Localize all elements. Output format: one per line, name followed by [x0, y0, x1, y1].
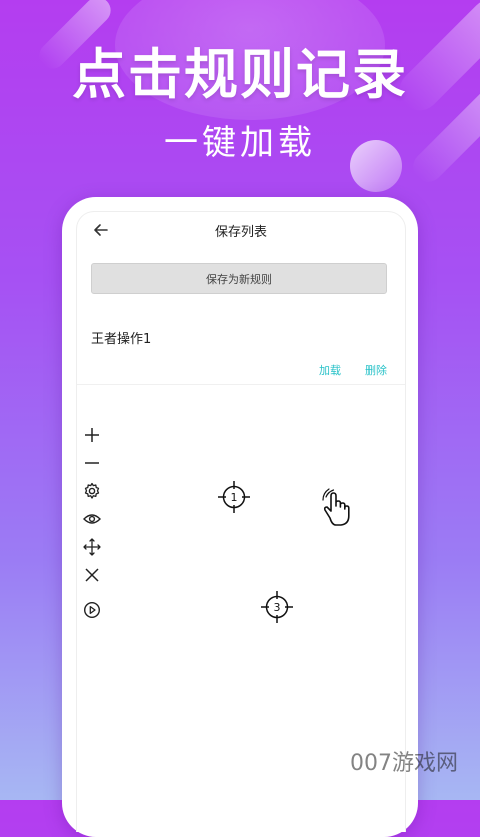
- visibility-tool-button[interactable]: [79, 508, 105, 530]
- divider: [77, 384, 405, 385]
- save-new-rule-button[interactable]: 保存为新规则: [91, 263, 387, 294]
- target-number: 1: [230, 490, 238, 504]
- settings-tool-button[interactable]: [79, 480, 105, 502]
- play-icon: [83, 601, 101, 619]
- plus-icon: [85, 428, 99, 442]
- remove-tool-button[interactable]: [79, 452, 105, 474]
- app-screen: 保存列表 保存为新规则 王者操作1 加载 删除 1 3: [76, 211, 406, 832]
- move-tool-button[interactable]: [79, 536, 105, 558]
- gear-icon: [84, 482, 100, 499]
- promo-subheadline: 一键加载: [164, 123, 316, 163]
- page-title: 保存列表: [214, 225, 267, 240]
- close-icon: [85, 568, 99, 582]
- add-tool-button[interactable]: [79, 424, 105, 446]
- watermark: 007游戏网: [350, 751, 458, 776]
- click-target-1[interactable]: 1: [217, 480, 251, 514]
- delete-button[interactable]: 删除: [365, 362, 387, 378]
- minus-icon: [85, 462, 99, 464]
- phone-frame: 保存列表 保存为新规则 王者操作1 加载 删除 1 3: [62, 197, 418, 837]
- top-bar: 保存列表: [77, 212, 405, 252]
- target-number: 3: [273, 600, 281, 614]
- load-button[interactable]: 加载: [319, 362, 341, 378]
- rule-name: 王者操作1: [91, 332, 152, 347]
- move-icon: [83, 538, 101, 556]
- tap-hand-icon: [317, 488, 353, 528]
- click-target-3[interactable]: 3: [260, 590, 294, 624]
- promo-headline: 点击规则记录: [72, 43, 408, 106]
- close-tool-button[interactable]: [79, 564, 105, 586]
- eye-icon: [83, 514, 101, 524]
- play-tool-button[interactable]: [79, 599, 105, 621]
